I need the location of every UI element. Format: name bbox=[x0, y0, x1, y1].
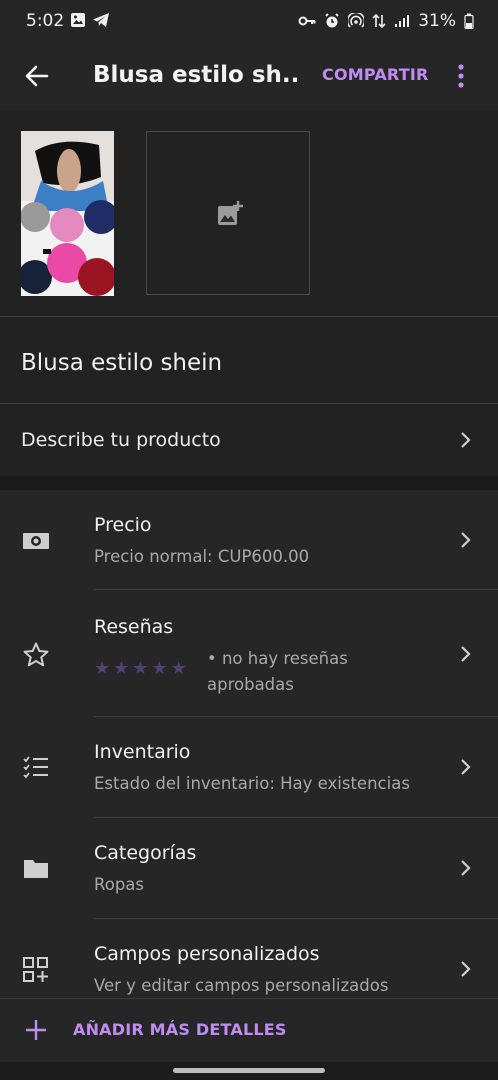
categories-title: Categorías bbox=[94, 842, 197, 864]
chevron-right-icon bbox=[461, 759, 471, 775]
signal-icon bbox=[395, 15, 410, 27]
chevron-right-icon bbox=[461, 961, 471, 977]
checklist-icon bbox=[23, 756, 48, 779]
reviews-row[interactable]: Reseñas ★ ★ ★ ★ ★ • no hay reseñas aprob… bbox=[0, 590, 498, 716]
inventory-row[interactable]: Inventario Estado del inventario: Hay ex… bbox=[0, 717, 498, 817]
add-photo-icon bbox=[218, 201, 243, 225]
home-indicator[interactable] bbox=[173, 1068, 325, 1073]
hotspot-icon bbox=[348, 13, 365, 28]
folder-icon bbox=[24, 860, 48, 878]
plus-icon bbox=[26, 1020, 46, 1040]
star-icon: ★ bbox=[170, 658, 187, 679]
custom-fields-subtitle: Ver y editar campos personalizados bbox=[94, 976, 389, 995]
chevron-right-icon bbox=[461, 646, 471, 662]
price-title: Precio bbox=[94, 514, 152, 536]
details-list: Precio Precio normal: CUP600.00 Reseñas … bbox=[0, 490, 498, 998]
star-icon: ★ bbox=[94, 658, 111, 679]
add-photo-button[interactable] bbox=[146, 131, 310, 295]
star-icon: ★ bbox=[132, 658, 149, 679]
star-icon: ★ bbox=[151, 658, 168, 679]
price-subtitle: Precio normal: CUP600.00 bbox=[94, 547, 310, 566]
banknote-icon bbox=[23, 533, 49, 549]
key-icon bbox=[298, 16, 316, 26]
app-bar: Blusa estilo sh... COMPARTIR bbox=[0, 44, 498, 110]
battery-percent: 31% bbox=[418, 11, 456, 31]
reviews-title: Reseñas bbox=[94, 616, 174, 638]
product-name: Blusa estilo shein bbox=[21, 350, 223, 376]
more-options-icon[interactable] bbox=[450, 60, 472, 92]
rating-stars: ★ ★ ★ ★ ★ bbox=[94, 658, 187, 679]
star-outline-icon bbox=[23, 642, 49, 667]
alarm-icon bbox=[325, 13, 339, 28]
battery-icon bbox=[464, 13, 474, 29]
custom-fields-title: Campos personalizados bbox=[94, 943, 320, 965]
add-more-details-label: AÑADIR MÁS DETALLES bbox=[73, 1020, 287, 1039]
chevron-right-icon bbox=[461, 532, 471, 548]
product-photo-thumbnail[interactable] bbox=[21, 131, 114, 296]
status-right-icons: 31% bbox=[298, 11, 474, 31]
status-left-icons bbox=[70, 12, 110, 28]
section-gap bbox=[0, 476, 498, 490]
custom-fields-icon bbox=[23, 957, 48, 982]
inventory-subtitle: Estado del inventario: Hay existencias bbox=[94, 774, 410, 793]
categories-row[interactable]: Categorías Ropas bbox=[0, 818, 498, 918]
status-bar: 5:02 31% bbox=[0, 0, 498, 44]
product-photo-image bbox=[21, 131, 114, 296]
system-nav-area bbox=[0, 1062, 498, 1080]
photo-gallery bbox=[0, 110, 498, 316]
page-title: Blusa estilo sh... bbox=[93, 62, 298, 88]
chevron-right-icon bbox=[461, 860, 471, 876]
product-name-row[interactable]: Blusa estilo shein bbox=[0, 317, 498, 403]
describe-product-label: Describe tu producto bbox=[21, 429, 221, 451]
price-row[interactable]: Precio Precio normal: CUP600.00 bbox=[0, 490, 498, 590]
telegram-icon bbox=[93, 13, 109, 27]
image-notification-icon bbox=[71, 13, 85, 27]
describe-product-row[interactable]: Describe tu producto bbox=[0, 404, 498, 476]
chevron-right-icon bbox=[461, 432, 471, 448]
share-button[interactable]: COMPARTIR bbox=[322, 65, 429, 84]
inventory-title: Inventario bbox=[94, 741, 191, 763]
add-more-details-button[interactable]: AÑADIR MÁS DETALLES bbox=[0, 998, 498, 1062]
back-arrow-icon[interactable] bbox=[22, 61, 52, 91]
reviews-subtitle: • no hay reseñas aprobadas bbox=[207, 649, 348, 694]
categories-subtitle: Ropas bbox=[94, 875, 144, 894]
data-transfer-icon bbox=[372, 13, 386, 29]
status-time: 5:02 bbox=[26, 11, 65, 31]
star-icon: ★ bbox=[113, 658, 130, 679]
custom-fields-row[interactable]: Campos personalizados Ver y editar campo… bbox=[0, 919, 498, 998]
